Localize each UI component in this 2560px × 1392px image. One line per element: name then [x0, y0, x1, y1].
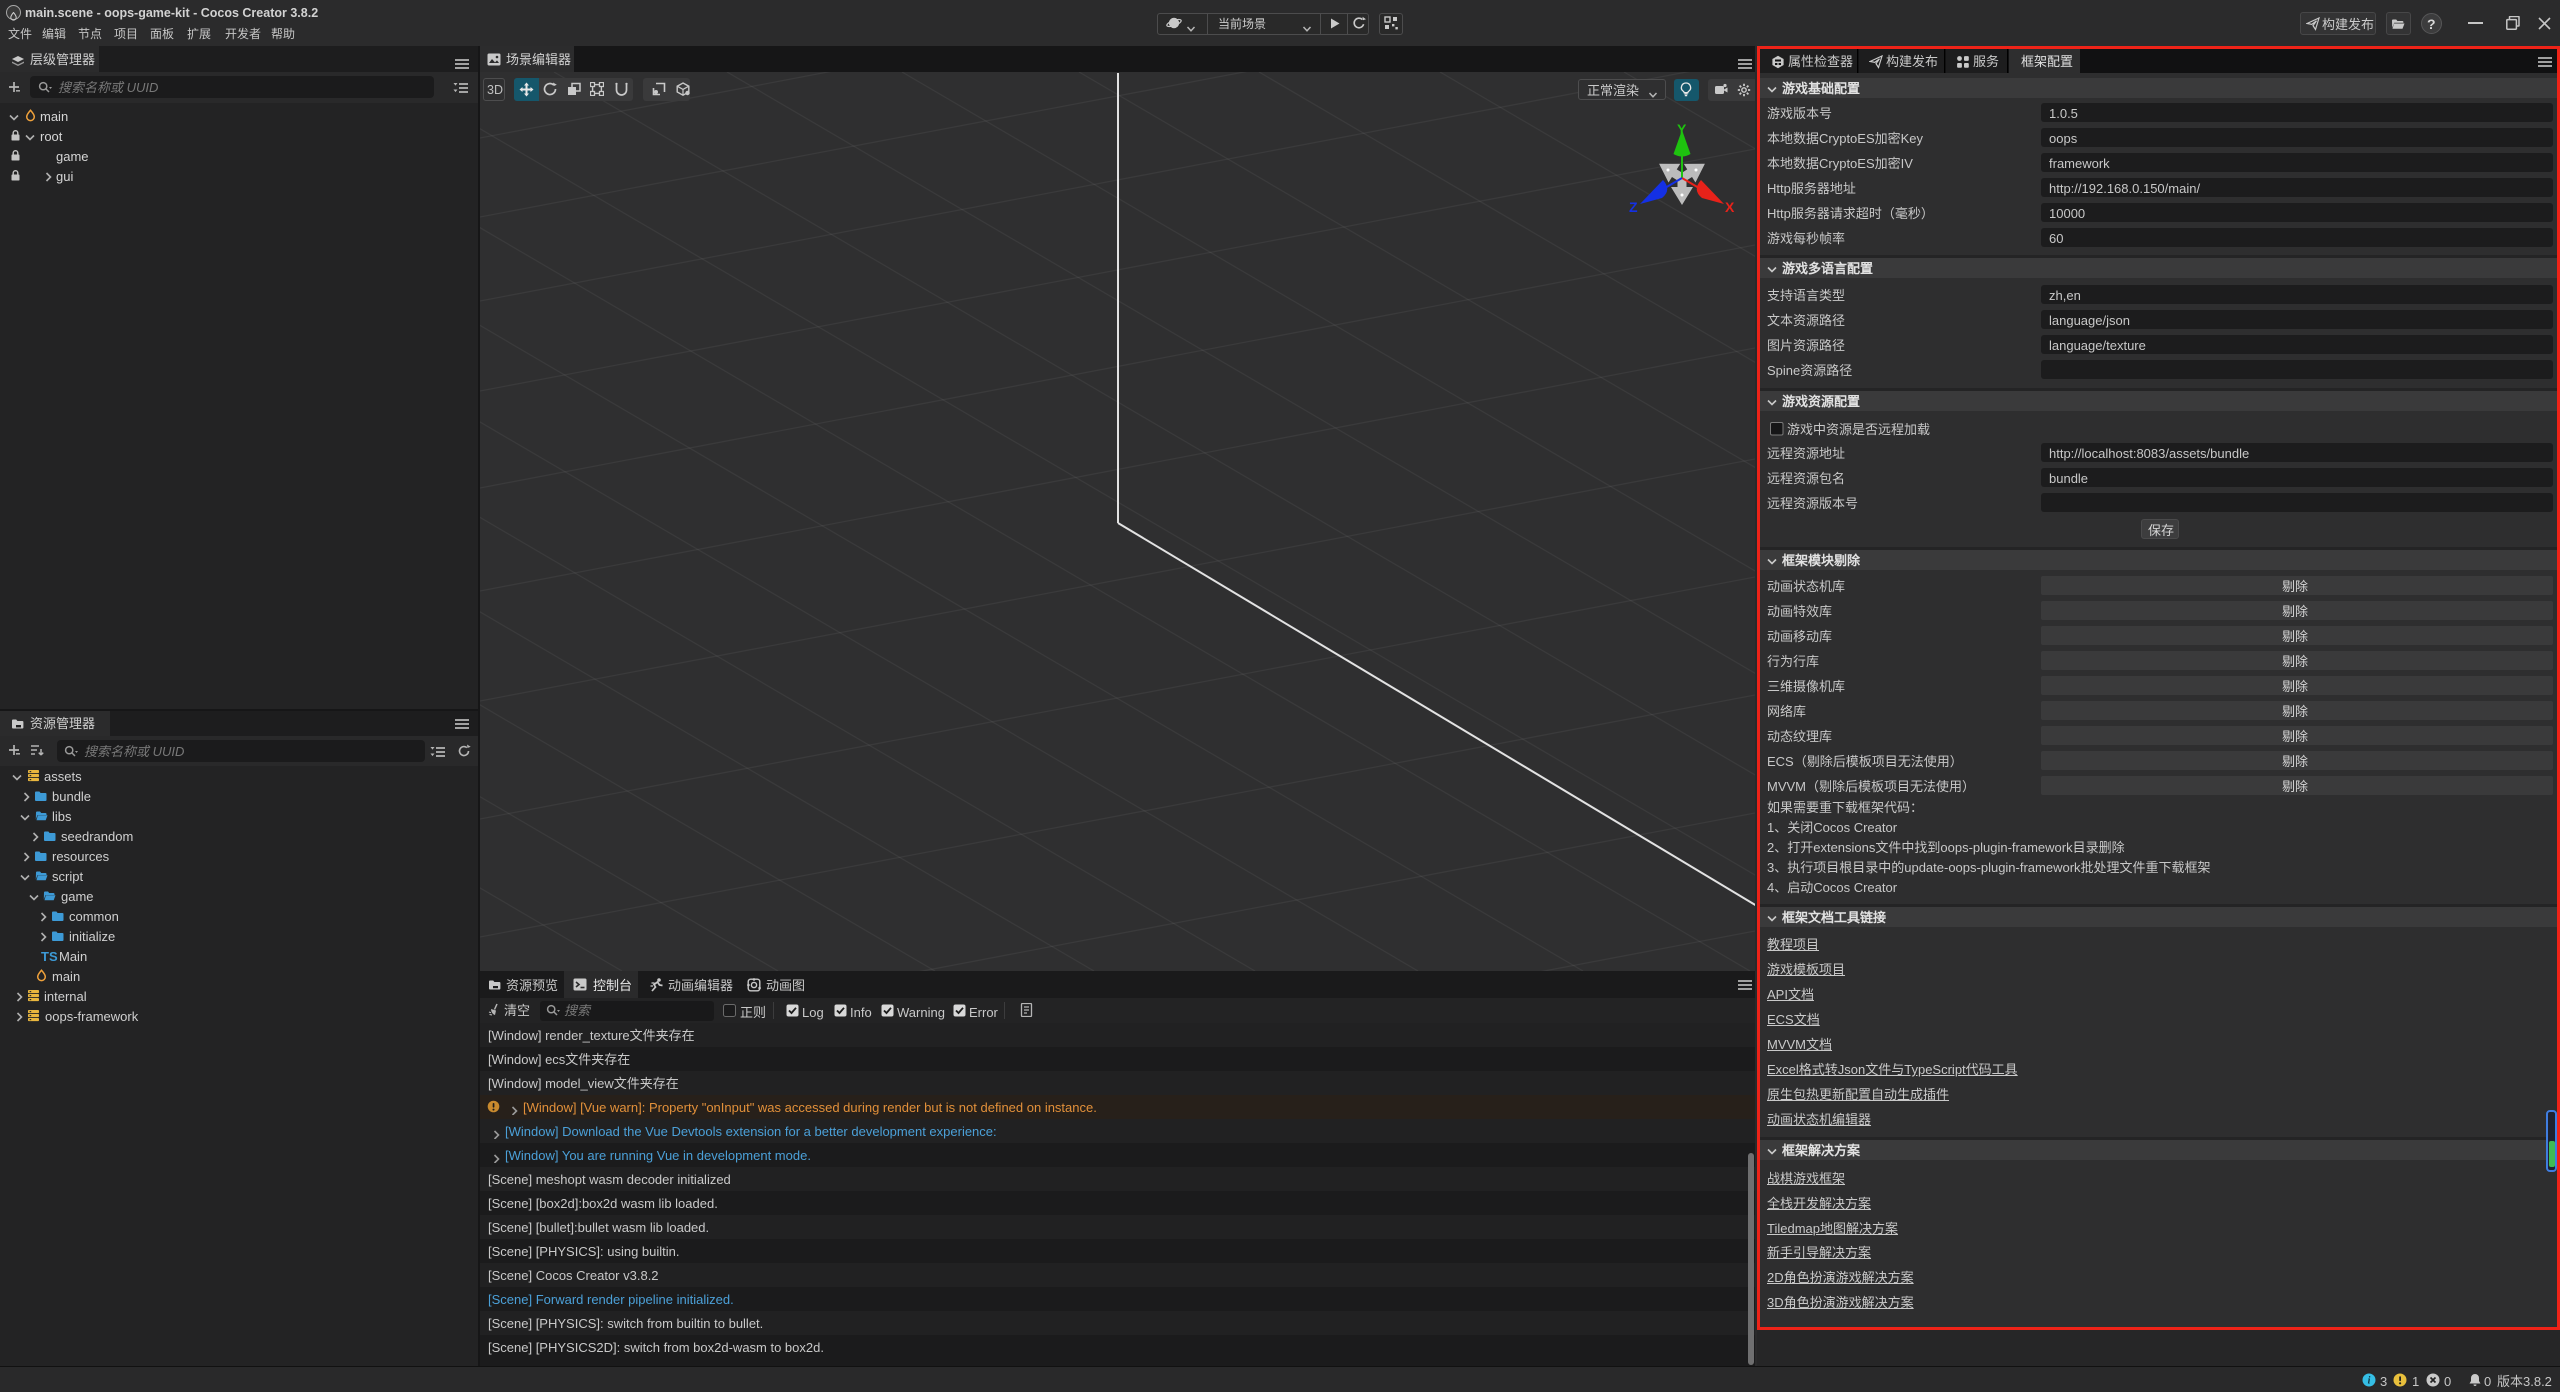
svg-text:Z: Z [1629, 199, 1638, 215]
svg-text:i: i [2368, 1375, 2371, 1386]
svg-text:Y: Y [1677, 121, 1687, 137]
svg-text:X: X [1725, 199, 1735, 215]
